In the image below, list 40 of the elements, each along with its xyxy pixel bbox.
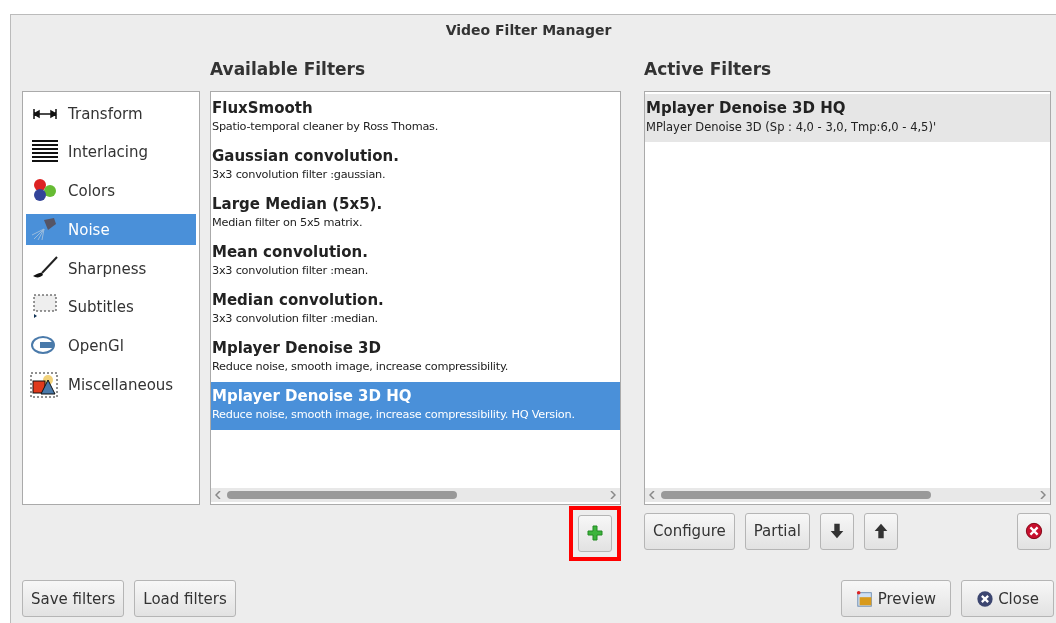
- filter-item[interactable]: Median convolution. 3x3 convolution filter :median.: [211, 286, 620, 334]
- filter-item[interactable]: Mplayer Denoise 3D Reduce noise, smooth image, increase compressibility.: [211, 334, 620, 382]
- footer-button[interactable]: Load filters: [134, 580, 236, 617]
- footer-button[interactable]: Preview: [840, 580, 952, 617]
- remove-icon: [1025, 522, 1043, 540]
- window-title: Video Filter Manager: [445, 22, 612, 38]
- footer-button[interactable]: Close: [961, 580, 1054, 617]
- category-item[interactable]: OpenGl: [26, 330, 196, 362]
- arrows-icon: [32, 107, 58, 120]
- panel-heading: Available Filters: [210, 58, 367, 81]
- shapes-icon: [30, 372, 60, 399]
- filter-item[interactable]: FluxSmooth Spatio-temporal cleaner by Ross Thomas.: [211, 94, 620, 142]
- subtitle-icon: [30, 294, 60, 321]
- chevron-left-icon[interactable]: [649, 491, 655, 499]
- category-item[interactable]: Interlacing: [26, 136, 196, 168]
- remove-button[interactable]: [1017, 512, 1051, 550]
- filter-item[interactable]: Mean convolution. 3x3 convolution filter :mean.: [211, 238, 620, 286]
- category-item[interactable]: Sharpness: [26, 253, 196, 285]
- filter-item[interactable]: Large Median (5x5). Median filter on 5x5 matrix.: [211, 190, 620, 238]
- category-item[interactable]: Miscellaneous: [26, 369, 196, 401]
- move-up-button[interactable]: [863, 512, 898, 550]
- plus-icon: [587, 525, 603, 541]
- image-icon: [855, 589, 874, 608]
- chevron-right-icon[interactable]: [1040, 491, 1046, 499]
- filter-action-button[interactable]: Partial: [744, 512, 810, 550]
- chevron-left-icon[interactable]: [215, 491, 221, 499]
- filter-item[interactable]: Mplayer Denoise 3D HQ MPlayer Denoise 3D (Sp : 4,0 - 3,0, Tmp:6,0 - 4,5)': [645, 94, 1050, 142]
- filter-action-button[interactable]: Configure: [644, 512, 735, 550]
- category-item[interactable]: Colors: [26, 175, 196, 207]
- filter-item[interactable]: Gaussian convolution. 3x3 convolution filter :gaussian.: [211, 142, 620, 190]
- chevron-right-icon[interactable]: [610, 491, 616, 499]
- footer-button[interactable]: Save filters: [22, 580, 125, 617]
- close-icon: [976, 589, 995, 608]
- add-button[interactable]: [578, 514, 612, 552]
- category-item[interactable]: Subtitles: [26, 292, 196, 323]
- scrollbar[interactable]: [211, 488, 620, 502]
- scrollbar[interactable]: [645, 488, 1050, 502]
- move-down-button[interactable]: [819, 512, 854, 550]
- category-item[interactable]: Transform: [26, 98, 196, 129]
- panel-heading: Active Filters: [644, 58, 773, 81]
